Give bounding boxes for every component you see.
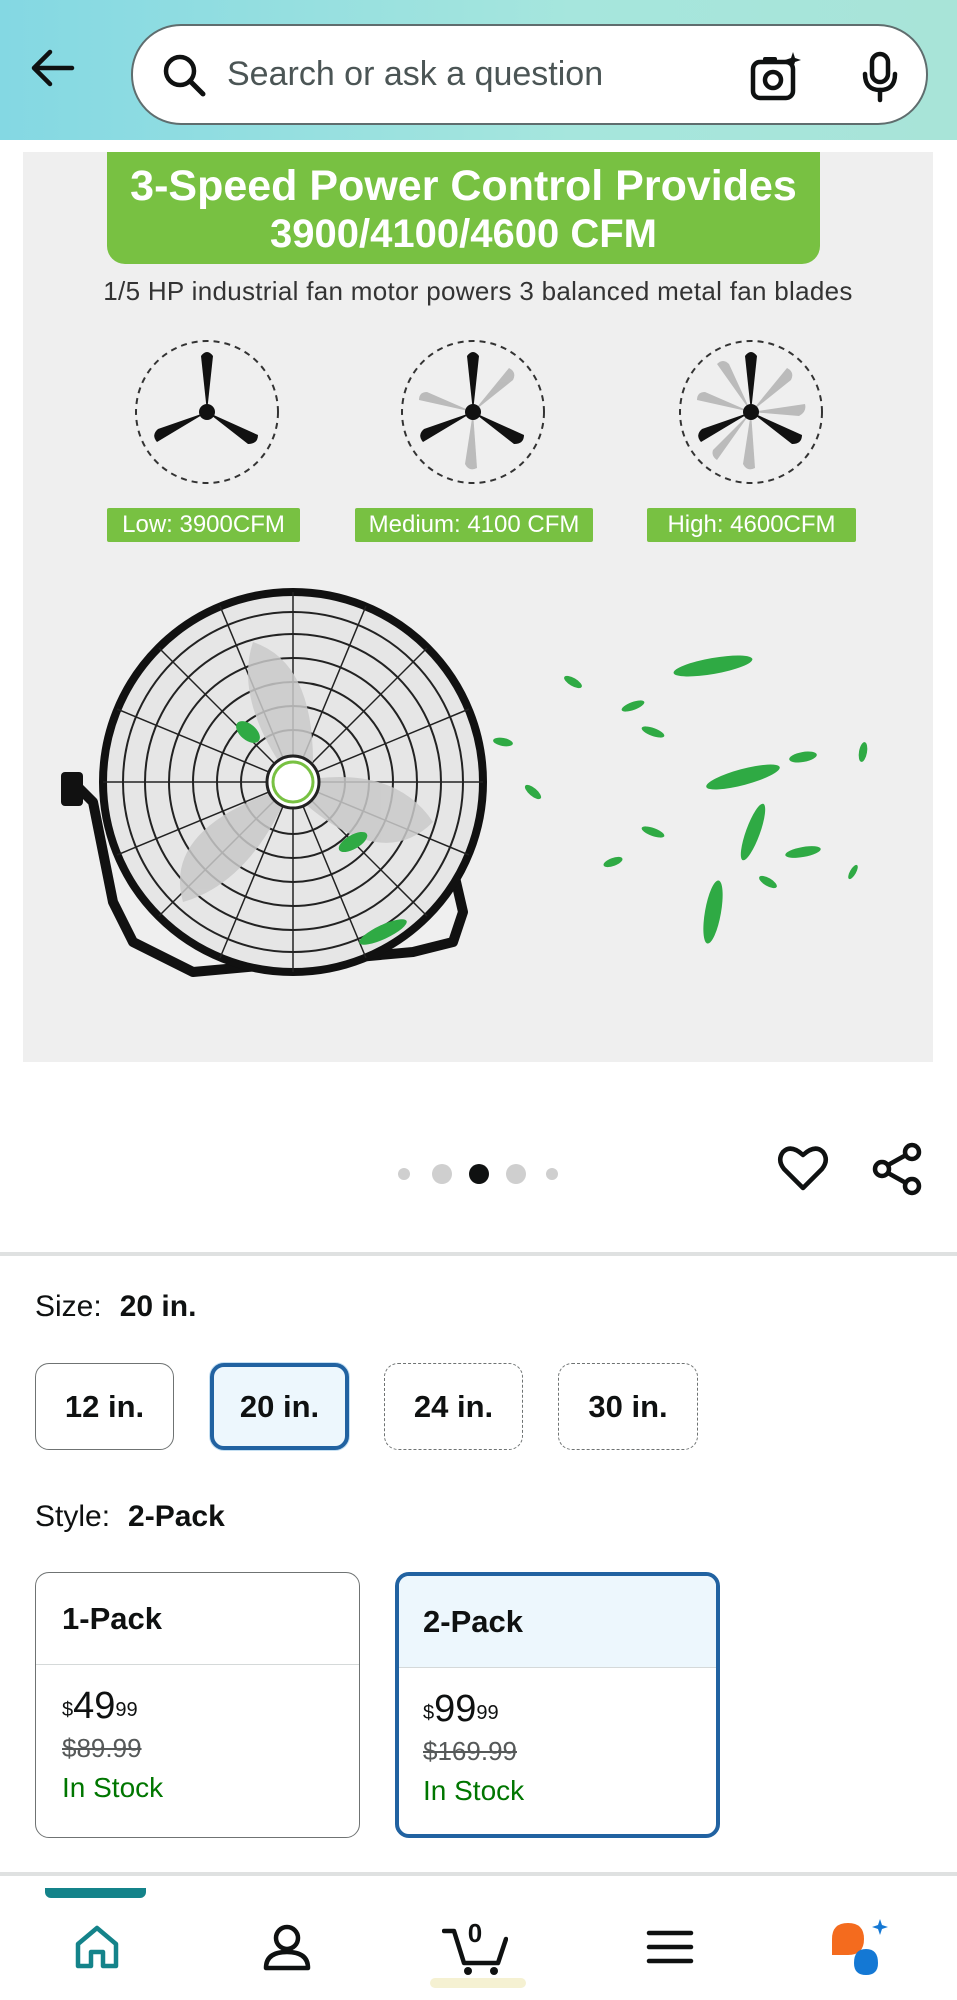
- style-option-name: 2-Pack: [399, 1576, 716, 1668]
- nav-account[interactable]: [252, 1912, 322, 1982]
- section-divider: [0, 1872, 957, 1876]
- speed-badge-low: Low: 3900CFM: [107, 508, 300, 542]
- carousel-dot[interactable]: [432, 1164, 452, 1184]
- fan-high-speed-icon: [679, 340, 823, 484]
- style-option-1-pack[interactable]: 1-Pack $4999 $89.99 In Stock: [35, 1572, 360, 1838]
- style-option-name: 1-Pack: [36, 1573, 359, 1665]
- camera-search-icon[interactable]: [749, 50, 803, 104]
- speed-badge-high: High: 4600CFM: [647, 508, 856, 542]
- image-subtitle: 1/5 HP industrial fan motor powers 3 bal…: [103, 276, 853, 306]
- style-option-list-price: $169.99: [423, 1736, 517, 1766]
- size-option-20in[interactable]: 20 in.: [210, 1363, 349, 1450]
- fan-low-speed-icon: [135, 340, 279, 484]
- carousel-dot-active[interactable]: [469, 1164, 489, 1184]
- search-bar[interactable]: [131, 24, 928, 125]
- size-label-text: Size:: [35, 1290, 102, 1323]
- price-symbol: $: [62, 1699, 74, 1721]
- fan-medium-speed-icon: [401, 340, 545, 484]
- search-icon: [161, 52, 207, 98]
- search-input[interactable]: [227, 55, 717, 94]
- carousel-dot[interactable]: [398, 1168, 410, 1180]
- home-icon: [75, 1925, 119, 1969]
- heart-icon: [778, 1146, 828, 1191]
- price-whole: 99: [434, 1688, 477, 1730]
- back-arrow-icon: [31, 49, 75, 87]
- style-option-2-pack[interactable]: 2-Pack $9999 $169.99 In Stock: [395, 1572, 720, 1838]
- back-button[interactable]: [22, 38, 82, 98]
- carousel-dot[interactable]: [506, 1164, 526, 1184]
- active-tab-indicator: [45, 1888, 146, 1898]
- microphone-icon[interactable]: [853, 50, 907, 104]
- price-whole: 49: [73, 1685, 116, 1727]
- style-option-availability: In Stock: [423, 1775, 525, 1806]
- size-selected-value: 20 in.: [119, 1290, 197, 1323]
- image-banner: 3-Speed Power Control Provides 3900/4100…: [107, 152, 820, 264]
- cart-underline: [430, 1978, 526, 1988]
- style-selected-value: 2-Pack: [128, 1500, 225, 1533]
- share-icon: [872, 1142, 922, 1196]
- banner-line-2: 3900/4100/4600 CFM: [270, 212, 657, 256]
- nav-home[interactable]: [62, 1912, 132, 1982]
- size-option-12in[interactable]: 12 in.: [35, 1363, 174, 1450]
- menu-icon: [646, 1930, 694, 1964]
- style-label: Style: 2-Pack: [35, 1500, 225, 1534]
- floor-fan-illustration: [61, 588, 868, 977]
- price-fraction: 99: [115, 1699, 138, 1721]
- price-fraction: 99: [476, 1702, 499, 1724]
- product-image[interactable]: 3-Speed Power Control Provides 3900/4100…: [23, 152, 933, 1062]
- share-button[interactable]: [870, 1142, 924, 1196]
- rufus-assistant-icon: [832, 1919, 888, 1975]
- speed-badge-medium: Medium: 4100 CFM: [355, 508, 593, 542]
- top-header: [0, 0, 957, 140]
- size-label: Size: 20 in.: [35, 1290, 196, 1324]
- style-option-price: $4999: [62, 1683, 359, 1729]
- section-divider: [0, 1252, 957, 1256]
- nav-menu[interactable]: [635, 1912, 705, 1982]
- cart-count: 0: [467, 1918, 483, 1948]
- price-symbol: $: [423, 1702, 435, 1724]
- bottom-navigation: 0: [0, 1888, 957, 2000]
- carousel-dot[interactable]: [546, 1168, 558, 1180]
- nav-rufus-assistant[interactable]: [825, 1912, 895, 1982]
- style-option-price: $9999: [423, 1686, 716, 1732]
- size-option-30in[interactable]: 30 in.: [558, 1363, 698, 1450]
- style-option-availability: In Stock: [62, 1772, 164, 1803]
- style-option-list-price: $89.99: [62, 1733, 142, 1763]
- wishlist-button[interactable]: [777, 1142, 829, 1194]
- banner-line-1: 3-Speed Power Control Provides: [130, 162, 797, 210]
- size-option-24in[interactable]: 24 in.: [384, 1363, 523, 1450]
- nav-cart[interactable]: 0: [440, 1912, 510, 1982]
- style-label-text: Style:: [35, 1500, 111, 1533]
- account-icon: [263, 1924, 311, 1971]
